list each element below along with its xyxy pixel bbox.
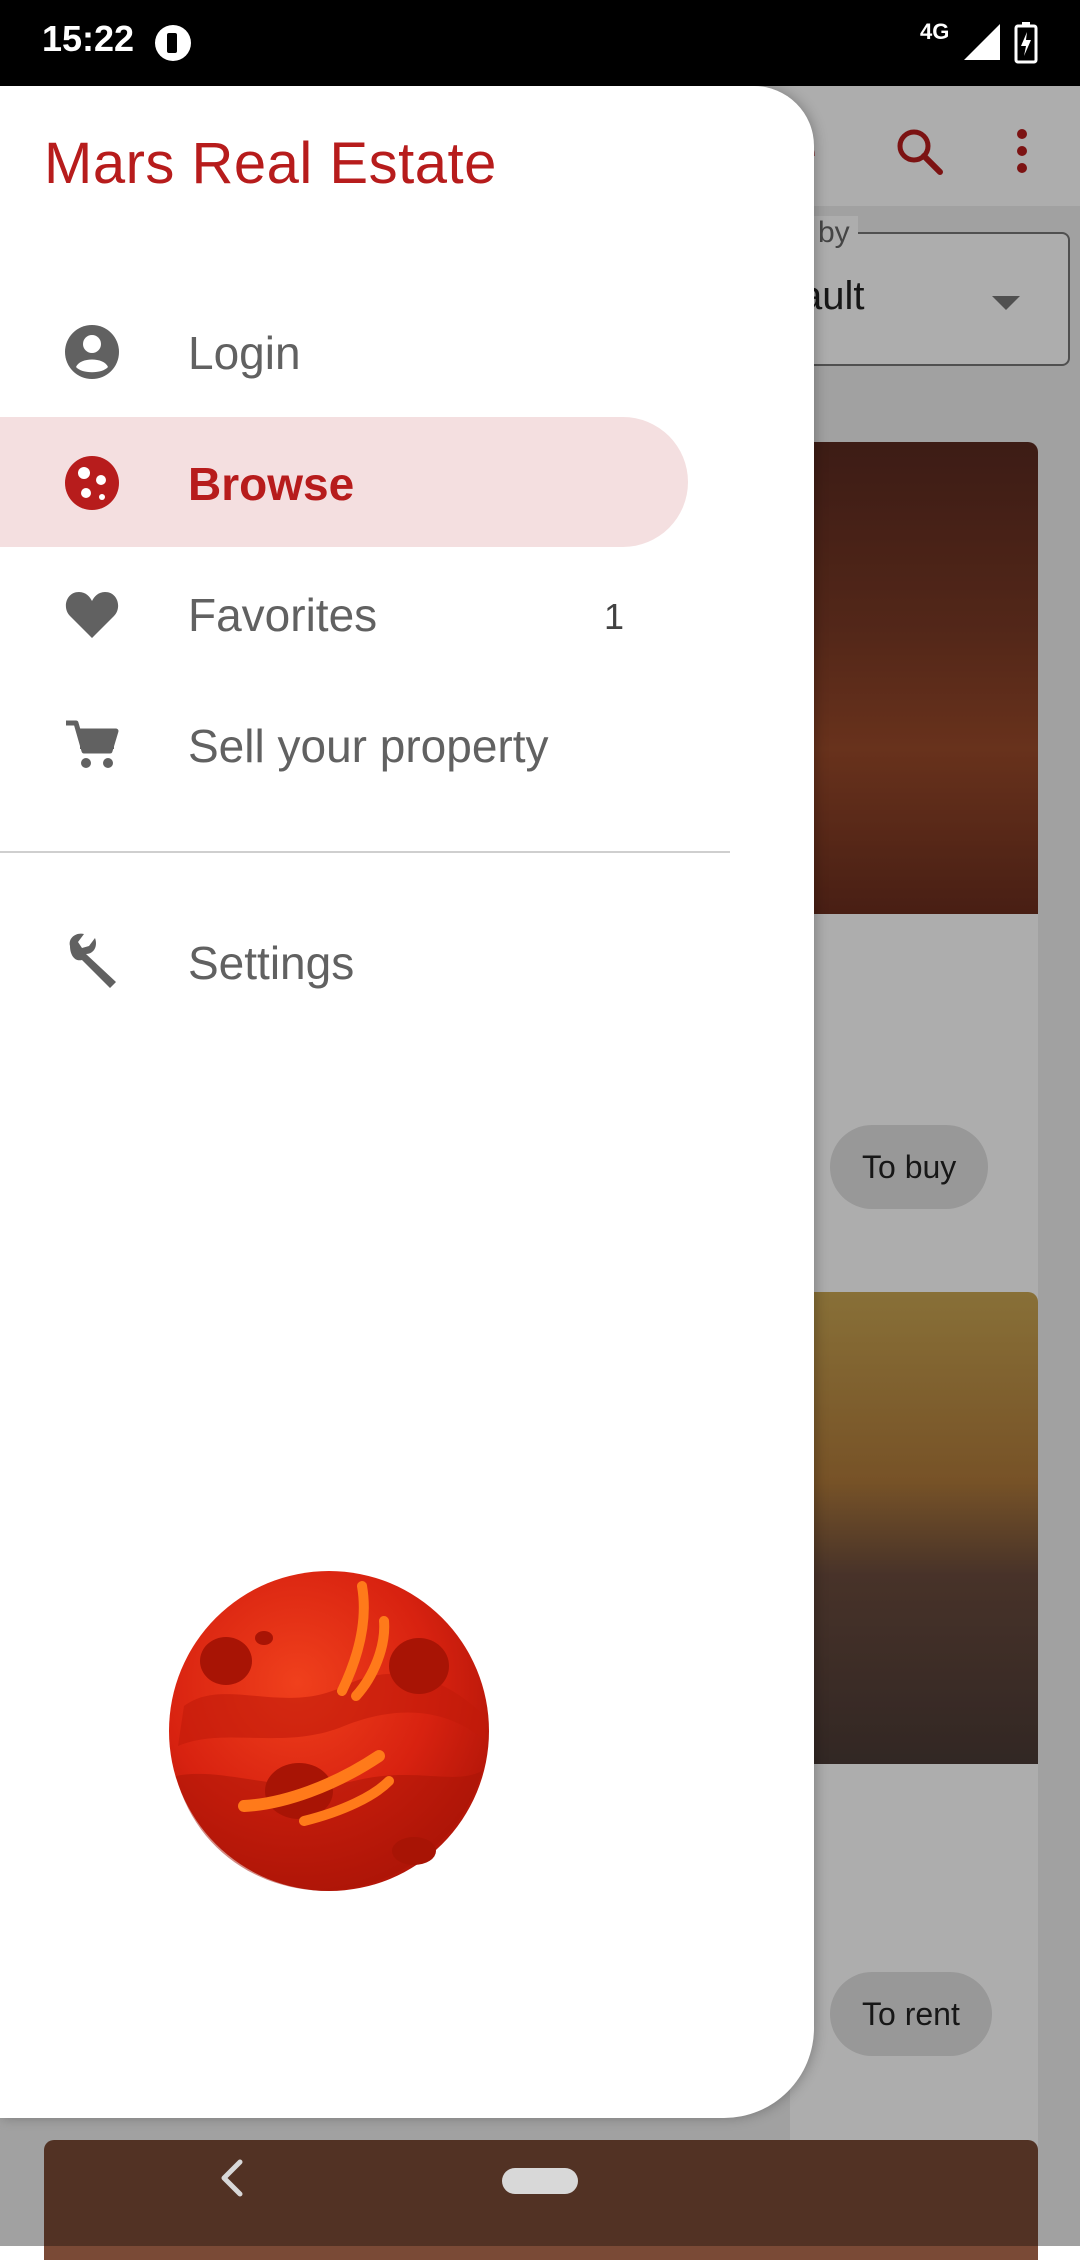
system-navigation-bar xyxy=(0,2118,1080,2246)
drawer-item-label: Favorites xyxy=(188,589,378,641)
back-chevron-icon[interactable] xyxy=(212,2156,252,2200)
drawer-title: Mars Real Estate xyxy=(44,131,497,196)
drawer-item-label: Browse xyxy=(188,458,355,510)
cart-icon xyxy=(66,720,119,768)
heart-icon xyxy=(65,592,119,638)
drawer-item-label: Settings xyxy=(188,937,355,989)
drawer-item-label: Login xyxy=(188,327,301,379)
home-pill[interactable] xyxy=(502,2168,578,2194)
cell-signal-icon xyxy=(964,24,1000,60)
navigation-drawer: Mars Real Estate Login Browse Favorites … xyxy=(0,86,814,2118)
wrench-icon xyxy=(69,933,116,988)
drawer-item-sell-property[interactable]: Sell your property xyxy=(0,679,688,809)
drawer-item-browse[interactable]: Browse xyxy=(0,417,688,547)
planet-icon xyxy=(65,456,119,510)
battery-charging-icon xyxy=(1014,22,1038,64)
mars-planet-logo xyxy=(169,1571,489,1891)
drawer-item-label: Sell your property xyxy=(188,720,549,772)
drawer-item-settings[interactable]: Settings xyxy=(0,896,688,1026)
favorites-count-badge: 1 xyxy=(604,596,625,637)
drawer-divider xyxy=(0,851,730,853)
network-type: 4G xyxy=(920,19,950,44)
drawer-item-login[interactable]: Login xyxy=(0,286,688,416)
status-bar: 15:22 4G xyxy=(0,0,1080,86)
account-circle-icon xyxy=(65,325,119,379)
status-time: 15:22 xyxy=(42,18,135,59)
drawer-item-favorites[interactable]: Favorites 1 xyxy=(0,548,688,678)
notification-app-icon xyxy=(155,25,191,61)
